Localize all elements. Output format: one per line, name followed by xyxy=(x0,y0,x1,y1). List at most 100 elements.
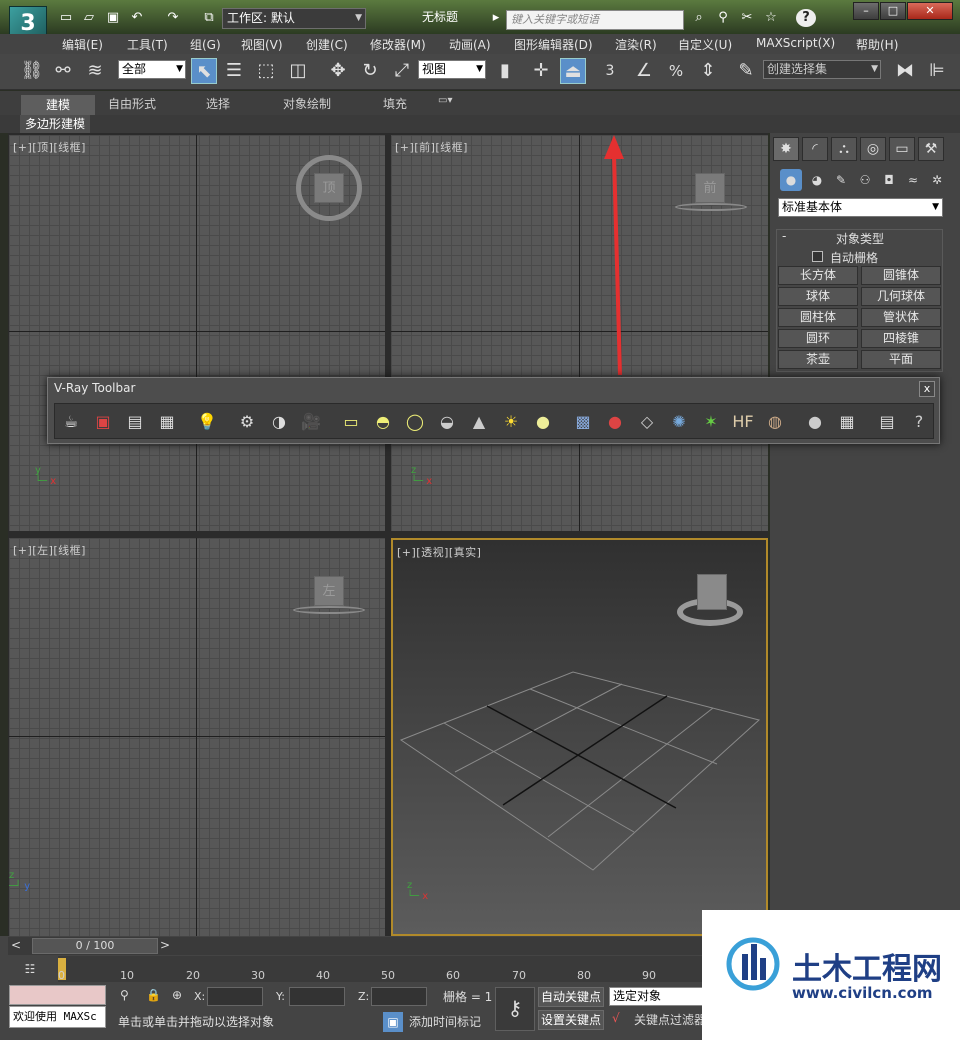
auto-key-button[interactable]: 自动关键点 xyxy=(538,987,604,1007)
named-selection-input[interactable]: 创建选择集 ▼ xyxy=(763,60,881,79)
viewport-left-label[interactable]: [+][左][线框] xyxy=(13,542,86,558)
maxscript-listener-mini[interactable] xyxy=(9,985,106,1005)
percent-snap-icon[interactable]: % xyxy=(663,58,689,84)
create-cylinder-button[interactable]: 圆柱体 xyxy=(778,308,858,327)
viewport-top-label[interactable]: [+][顶][线框] xyxy=(13,139,86,155)
tab-selection[interactable]: 选择 xyxy=(206,95,230,112)
lights-icon[interactable]: ✎ xyxy=(830,169,852,191)
track-bar[interactable]: 0 10 20 30 40 50 60 70 80 90 xyxy=(58,956,758,982)
menu-tools[interactable]: 工具(T) xyxy=(127,36,168,53)
dome-camera-icon[interactable]: ◑ xyxy=(267,410,291,434)
space-warps-icon[interactable]: ≈ xyxy=(902,169,924,191)
menu-rendering[interactable]: 渲染(R) xyxy=(615,36,657,53)
rectangular-selection-icon[interactable]: ⬚ xyxy=(253,58,279,84)
rotate-icon[interactable]: ↻ xyxy=(357,58,383,84)
polygon-modeling-panel[interactable]: 多边形建模 xyxy=(20,115,91,133)
create-torus-button[interactable]: 圆环 xyxy=(778,329,858,348)
create-geosphere-button[interactable]: 几何球体 xyxy=(861,287,941,306)
minimize-button[interactable]: – xyxy=(853,2,879,20)
set-key-mode-icon[interactable]: ⚷ xyxy=(495,987,535,1031)
viewport-perspective[interactable]: [+][透视][真实] z └─ x xyxy=(391,538,768,936)
tab-populate[interactable]: 填充 xyxy=(383,95,407,112)
sun-light-icon[interactable]: ☀ xyxy=(499,410,523,434)
time-slider-next-icon[interactable]: > xyxy=(160,938,170,952)
menu-animation[interactable]: 动画(A) xyxy=(449,36,491,53)
dome-light-icon[interactable]: ◓ xyxy=(371,410,395,434)
tab-freeform[interactable]: 自由形式 xyxy=(108,95,156,112)
create-plane-button[interactable]: 平面 xyxy=(861,350,941,369)
tab-object-paint[interactable]: 对象绘制 xyxy=(283,95,331,112)
viewport-left[interactable]: [+][左][线框] 左 z ─┘ y xyxy=(9,538,385,936)
menu-create[interactable]: 创建(C) xyxy=(306,36,348,53)
new-file-icon[interactable]: ▭ xyxy=(57,9,75,27)
search-expand-icon[interactable]: ▸ xyxy=(490,9,502,27)
favorites-star-icon[interactable]: ☆ xyxy=(762,9,780,27)
viewport-top[interactable]: [+][顶][线框] 顶 y └─ x xyxy=(9,135,385,531)
create-tube-button[interactable]: 管状体 xyxy=(861,308,941,327)
fur-icon[interactable]: ✶ xyxy=(699,410,723,434)
vray-plane-icon[interactable]: ◇ xyxy=(635,410,659,434)
vray-mtl-icon[interactable]: ◍ xyxy=(763,410,787,434)
vray-camera-icon[interactable]: ⚙ xyxy=(235,410,259,434)
maximize-button[interactable]: □ xyxy=(880,2,906,20)
viewport-front[interactable]: [+][前][线框] 前 z └─ x xyxy=(391,135,768,531)
viewcube-front[interactable]: 前 xyxy=(695,173,725,203)
autogrid-checkbox[interactable] xyxy=(812,251,823,262)
menu-edit[interactable]: 编辑(E) xyxy=(62,36,103,53)
create-teapot-button[interactable]: 茶壶 xyxy=(778,350,858,369)
vray-export-icon[interactable]: ▤ xyxy=(875,410,899,434)
spinner-snap-icon[interactable]: ⇕ xyxy=(695,58,721,84)
set-key-button[interactable]: 设置关键点 xyxy=(538,1010,604,1030)
menu-customize[interactable]: 自定义(U) xyxy=(678,36,732,53)
tab-modeling[interactable]: 建模 xyxy=(21,95,95,115)
add-time-tag[interactable]: 添加时间标记 xyxy=(409,1013,481,1030)
tools-icon[interactable]: ✂ xyxy=(738,9,756,27)
vray-help-icon[interactable]: ? xyxy=(907,410,931,434)
pivot-center-icon[interactable]: ▮ xyxy=(492,58,518,84)
mini-curve-editor-icon[interactable]: ☷ xyxy=(16,958,44,980)
vray-sphere-icon[interactable]: ✺ xyxy=(667,410,691,434)
render-elements-icon[interactable]: ▦ xyxy=(155,410,179,434)
isolate-icon[interactable]: ⚲ xyxy=(120,988,129,1002)
create-pyramid-button[interactable]: 四棱锥 xyxy=(861,329,941,348)
unlink-icon[interactable]: ⚯ xyxy=(50,58,76,84)
open-file-icon[interactable]: ▱ xyxy=(80,9,98,27)
z-coordinate-field[interactable] xyxy=(371,987,427,1006)
systems-icon[interactable]: ✲ xyxy=(926,169,948,191)
vray-toolbar-close-button[interactable]: x xyxy=(919,381,935,397)
shapes-icon[interactable]: ◕ xyxy=(806,169,828,191)
keyboard-shortcut-override-icon[interactable]: ⏏ xyxy=(560,58,586,84)
vray-toolbar-title[interactable]: V-Ray Toolbar xyxy=(54,381,135,395)
menu-views[interactable]: 视图(V) xyxy=(241,36,283,53)
time-slider-prev-icon[interactable]: < xyxy=(11,938,21,952)
redo-icon[interactable]: ↷ xyxy=(164,9,182,27)
edit-named-selection-icon[interactable]: ✎ xyxy=(733,58,759,84)
menu-group[interactable]: 组(G) xyxy=(190,36,221,53)
select-by-name-icon[interactable]: ☰ xyxy=(221,58,247,84)
cameras-icon[interactable]: ⚇ xyxy=(854,169,876,191)
help-icon[interactable]: ? xyxy=(796,9,816,27)
create-tab-icon[interactable]: ✸ xyxy=(773,137,799,161)
sphere-light-icon[interactable]: ◯ xyxy=(403,410,427,434)
modify-tab-icon[interactable]: ◜ xyxy=(802,137,828,161)
viewport-front-label[interactable]: [+][前][线框] xyxy=(395,139,468,155)
lock-selection-icon[interactable]: 🔒 xyxy=(146,988,161,1002)
save-icon[interactable]: ▣ xyxy=(104,9,122,27)
utilities-tab-icon[interactable]: ⚒ xyxy=(918,137,944,161)
move-icon[interactable]: ✥ xyxy=(325,58,351,84)
workspace-select[interactable]: 工作区: 默认 ▼ xyxy=(222,8,366,29)
absolute-mode-icon[interactable]: ⊕ xyxy=(172,988,182,1002)
time-slider-thumb[interactable]: 0 / 100 xyxy=(32,938,158,954)
mirror-icon[interactable]: ⧓ xyxy=(892,58,918,84)
viewcube-perspective[interactable] xyxy=(697,574,727,610)
bind-spacewarp-icon[interactable]: ≋ xyxy=(82,58,108,84)
communication-center-icon[interactable]: ⚲ xyxy=(714,9,732,27)
reference-coordinate-select[interactable]: 视图 ▼ xyxy=(418,60,486,79)
hair-farm-icon[interactable]: HF xyxy=(731,410,755,434)
light-lister-icon[interactable]: 💡 xyxy=(195,410,219,434)
align-icon[interactable]: ⊫ xyxy=(924,58,950,84)
create-sphere-button[interactable]: 球体 xyxy=(778,287,858,306)
viewport-perspective-label[interactable]: [+][透视][真实] xyxy=(397,544,481,560)
select-object-icon[interactable]: ⬉ xyxy=(191,58,217,84)
menu-help[interactable]: 帮助(H) xyxy=(856,36,898,53)
